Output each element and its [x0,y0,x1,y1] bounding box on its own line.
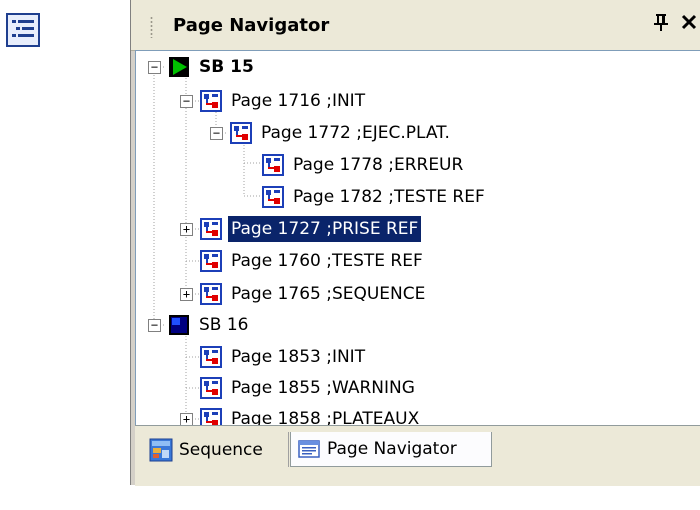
panel-titlebar[interactable]: Page Navigator [131,0,700,51]
sb-inactive-icon [169,315,189,335]
page-icon [200,283,222,305]
tree-node-page1853[interactable]: Page 1853 ;INIT [200,341,368,373]
page-navigator-panel: Page Navigator − − − + + − + SB 15 Page … [130,0,700,486]
collapse-page1716-button[interactable]: − [180,95,193,108]
tree-node-label: Page 1765 ;SEQUENCE [231,284,426,304]
tree-node-label: SB 15 [199,57,254,77]
panel-tab-bar: Sequence Page Navigator [135,425,700,486]
tree-node-label: Page 1716 ;INIT [231,91,366,111]
tree-node-label: Page 1858 ;PLATEAUX [231,409,420,426]
tree-node-label: Page 1778 ;ERREUR [293,155,464,175]
page-icon [262,186,284,208]
page-icon [200,408,222,425]
close-icon [681,14,696,30]
tree-node-label: Page 1853 ;INIT [231,347,366,367]
pin-button[interactable] [649,12,673,38]
expand-page1765-button[interactable]: + [180,288,193,301]
tree-node-sb15[interactable]: SB 15 [168,51,257,83]
sequence-icon [149,438,173,461]
collapse-sb16-button[interactable]: − [148,319,161,332]
tab-label: Sequence [179,439,263,460]
tab-sequence[interactable]: Sequence [143,432,289,467]
drag-grip-icon[interactable] [150,16,153,38]
tree-node-label: Page 1782 ;TESTE REF [293,187,485,207]
tree-node-page1716[interactable]: Page 1716 ;INIT [200,85,368,117]
tree-node-page1778[interactable]: Page 1778 ;ERREUR [262,149,466,181]
page-icon [200,377,222,399]
expand-page1727-button[interactable]: + [180,223,193,236]
page-navigator-icon [298,440,320,458]
tree-node-page1760[interactable]: Page 1760 ;TESTE REF [200,245,426,277]
tree-node-label: Page 1855 ;WARNING [231,378,415,398]
page-tree[interactable]: − − − + + − + SB 15 Page 1716 ;INIT Page… [135,50,700,426]
tree-node-label: Page 1772 ;EJEC.PLAT. [261,123,450,143]
pin-icon [654,14,668,31]
tree-node-page1782[interactable]: Page 1782 ;TESTE REF [262,181,488,213]
tree-node-sb16[interactable]: SB 16 [168,309,252,341]
tree-node-page1858[interactable]: Page 1858 ;PLATEAUX [200,403,422,426]
tree-node-page1855[interactable]: Page 1855 ;WARNING [200,372,418,404]
tab-label: Page Navigator [327,439,457,459]
page-icon [200,90,222,112]
tree-node-label: SB 16 [199,315,249,335]
tree-node-page1765[interactable]: Page 1765 ;SEQUENCE [200,278,428,310]
collapse-sb15-button[interactable]: − [148,61,161,74]
page-icon [230,122,252,144]
tree-node-label: Page 1727 ;PRISE REF [228,216,422,242]
close-button[interactable] [676,11,700,37]
page-icon [200,346,222,368]
tree-node-label: Page 1760 ;TESTE REF [231,251,423,271]
tab-page-navigator[interactable]: Page Navigator [290,432,492,467]
page-icon [200,250,222,272]
panel-title: Page Navigator [173,15,330,36]
page-navigator-toggle-icon[interactable] [6,13,40,47]
page-icon [200,218,222,240]
page-icon [262,154,284,176]
collapse-page1772-button[interactable]: − [210,127,223,140]
tree-node-page1727[interactable]: Page 1727 ;PRISE REF [200,213,422,245]
tree-node-page1772[interactable]: Page 1772 ;EJEC.PLAT. [230,117,453,149]
sb-active-icon [169,57,189,77]
